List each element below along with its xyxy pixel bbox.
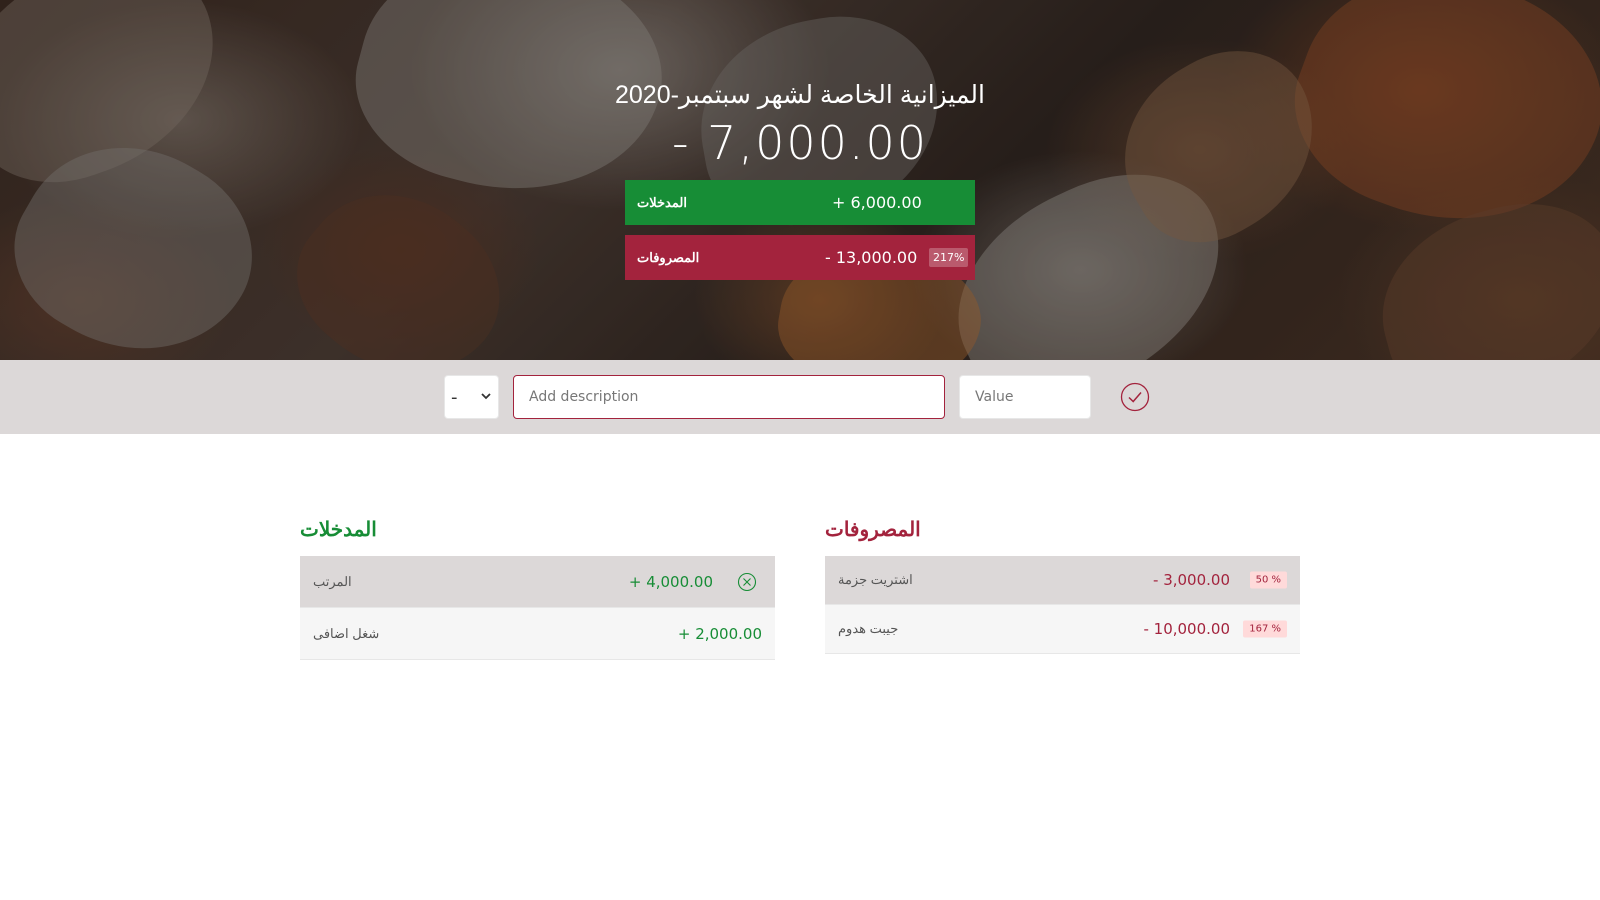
budget-expenses-percentage: 217% <box>929 248 969 267</box>
add-item-bar: - <box>0 360 1600 434</box>
income-list-title: المدخلات <box>300 519 377 541</box>
income-item[interactable]: شغل اضافى + 2,000.00 <box>300 608 775 660</box>
budget-expenses-box: المصروفات - 13,000.00 217% <box>625 235 975 280</box>
type-select-value: - <box>451 386 458 408</box>
expense-item[interactable]: جيبت هدوم - 10,000.00 167 % <box>825 605 1300 654</box>
description-input[interactable] <box>513 375 945 419</box>
expense-item-value: - 3,000.00 <box>1153 571 1230 589</box>
income-item-value: + 2,000.00 <box>677 624 762 643</box>
expenses-list: المصروفات اشتريت جزمة - 3,000.00 50 % جي… <box>825 512 1300 654</box>
income-item-description: شغل اضافى <box>313 625 380 641</box>
budget-header-background: الميزانية الخاصة لشهر سبتمبر-2020 - 7,00… <box>0 0 1600 360</box>
expense-item[interactable]: اشتريت جزمة - 3,000.00 50 % <box>825 556 1300 605</box>
expense-item-value: - 10,000.00 <box>1143 620 1230 638</box>
budget-income-box: المدخلات + 6,000.00 <box>625 180 975 225</box>
expense-item-description: جيبت هدوم <box>838 621 899 636</box>
budget-expenses-label: المصروفات <box>637 249 700 265</box>
expense-item-percentage: 167 % <box>1243 620 1287 638</box>
budget-total-value: - 7,000.00 <box>671 116 929 170</box>
income-item[interactable]: المرتب + 4,000.00 <box>300 556 775 608</box>
expense-item-description: اشتريت جزمة <box>838 572 913 587</box>
check-circle-icon[interactable] <box>1120 382 1150 412</box>
expenses-list-title: المصروفات <box>825 519 921 541</box>
type-select[interactable]: - <box>444 375 499 419</box>
income-list: المدخلات المرتب + 4,000.00 شغل اضافى + 2… <box>300 512 775 660</box>
income-item-description: المرتب <box>313 573 352 589</box>
budget-title: الميزانية الخاصة لشهر سبتمبر-2020 <box>614 81 985 109</box>
income-item-value: + 4,000.00 <box>628 572 713 591</box>
delete-circle-icon[interactable] <box>737 572 757 592</box>
budget-expenses-value: - 13,000.00 <box>825 248 918 267</box>
value-input[interactable] <box>959 375 1091 419</box>
chevron-down-icon <box>481 393 491 400</box>
expense-item-percentage: 50 % <box>1249 571 1287 589</box>
budget-income-value: + 6,000.00 <box>832 193 922 212</box>
budget-income-label: المدخلات <box>637 194 687 210</box>
